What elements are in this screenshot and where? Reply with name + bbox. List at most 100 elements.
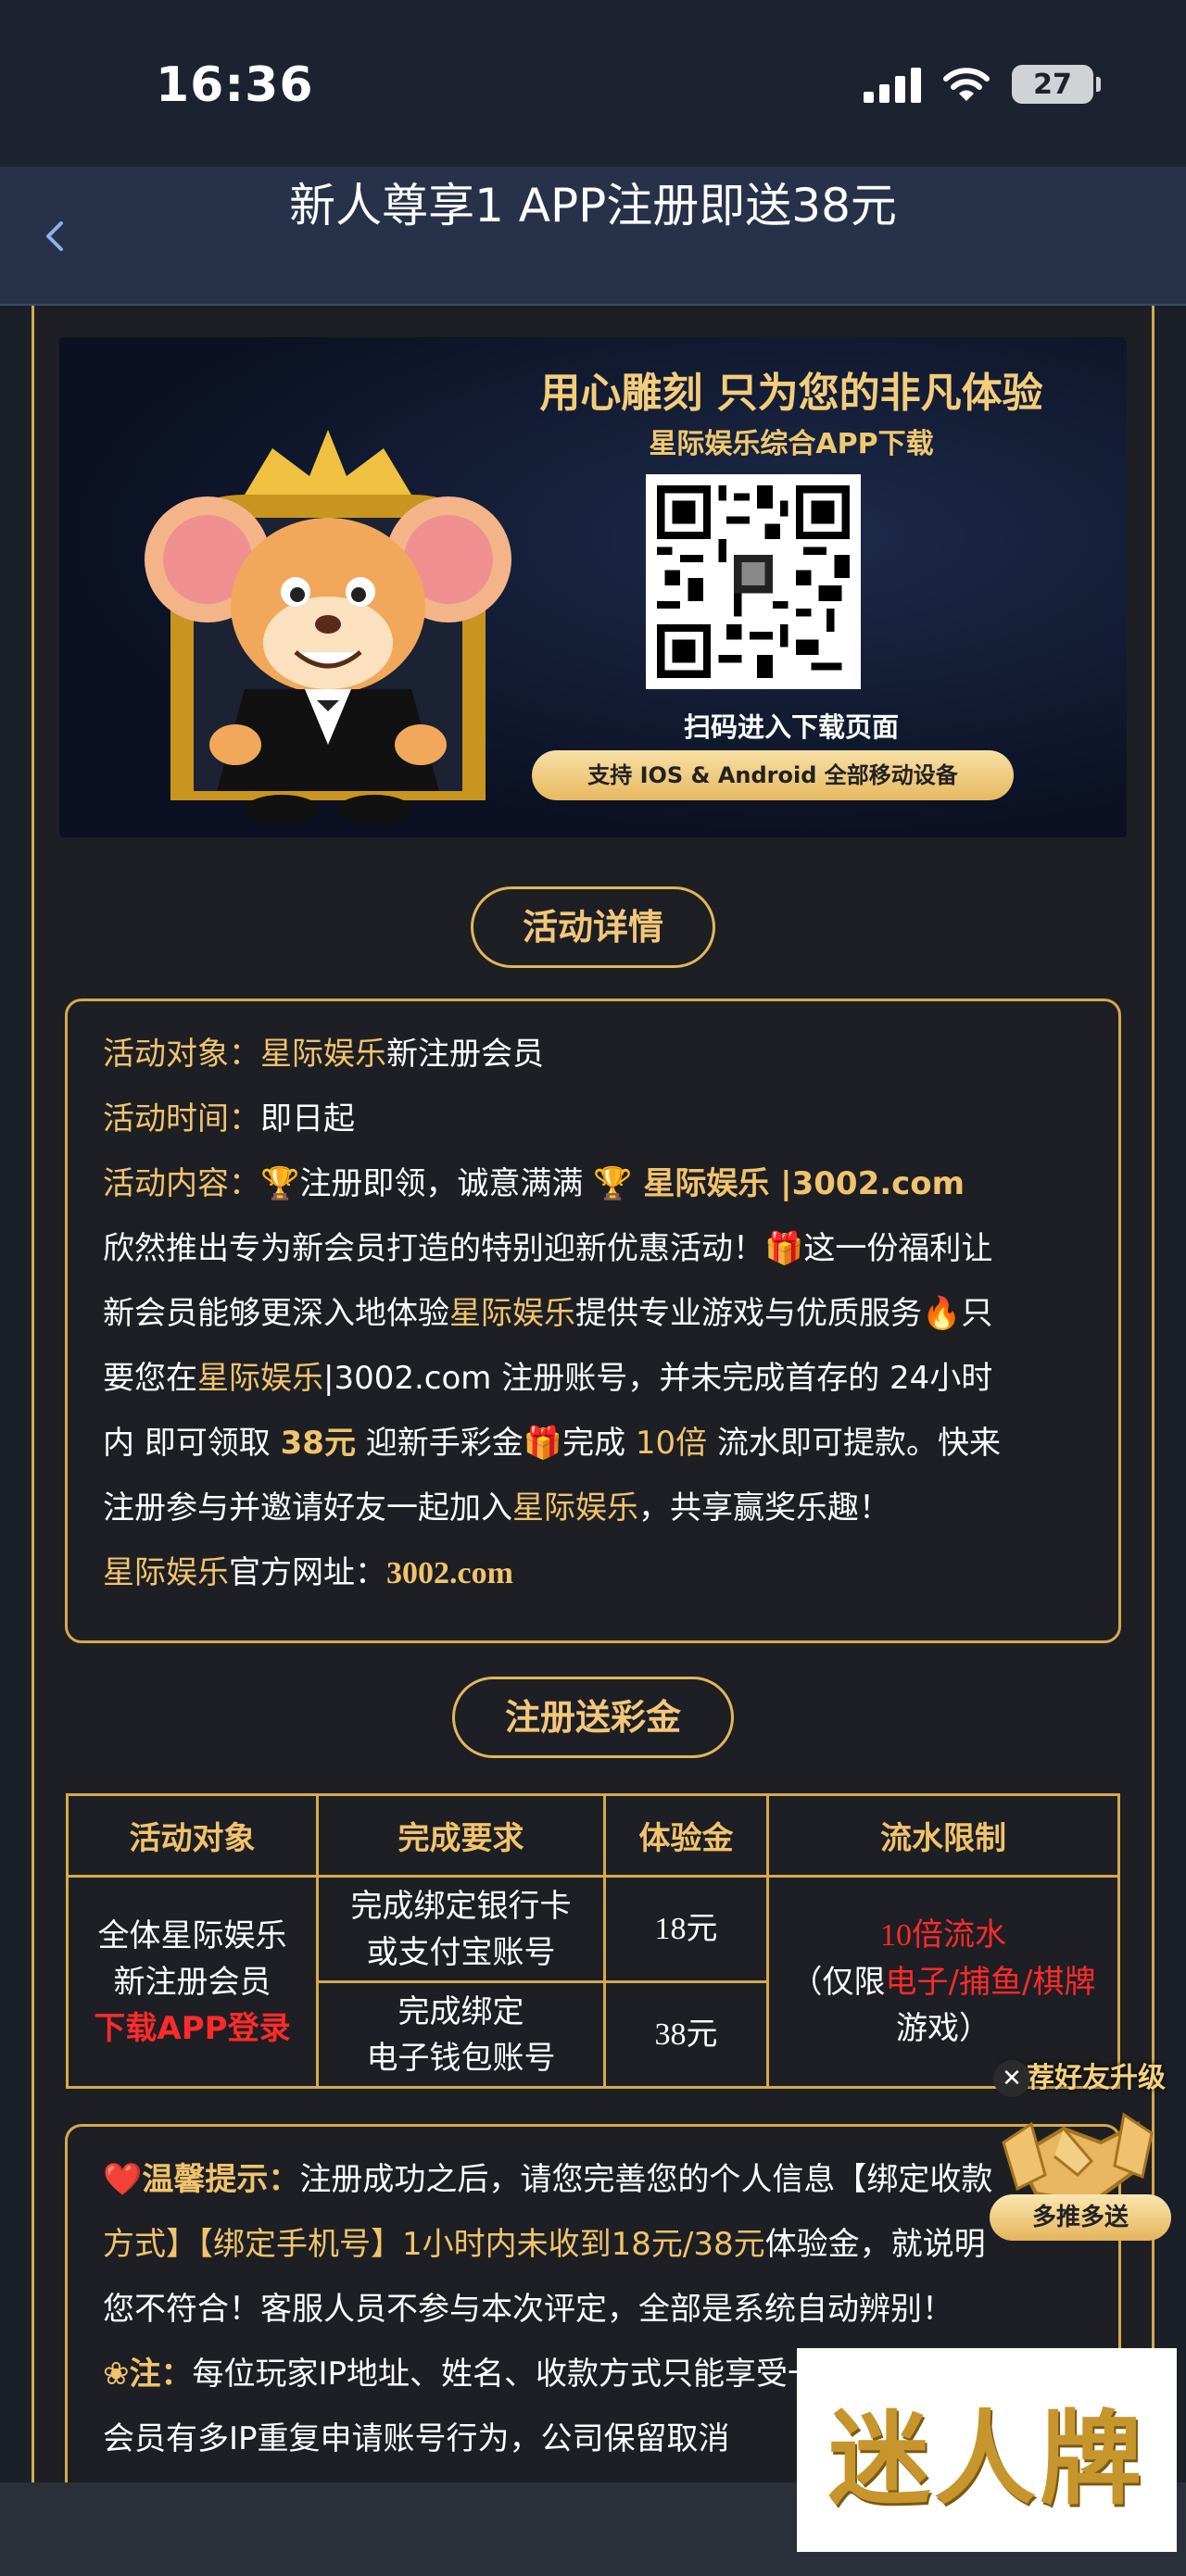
turnover-multiplier: 10倍 — [635, 1425, 708, 1462]
status-time: 16:36 — [156, 57, 314, 113]
content-text: 注册即领，诚意满满 — [299, 1165, 594, 1202]
trophy-icon: 🏆 — [260, 1165, 300, 1202]
tips-label: 温馨提示： — [142, 2161, 300, 2198]
time-value: 即日起 — [260, 1100, 355, 1137]
brand-name: 星际娱乐 — [512, 1489, 638, 1527]
watermark-text: 迷人牌 — [828, 2399, 1145, 2519]
activity-details-card: 活动对象：星际娱乐新注册会员 活动时间：即日起 活动内容：🏆注册即领，诚意满满 … — [65, 999, 1121, 1643]
status-icons: 27 — [864, 65, 1101, 104]
page-title: 新人尊享1 APP注册即送38元 — [289, 179, 897, 232]
cellular-signal-icon — [864, 66, 921, 103]
header-target: 活动对象 — [66, 1793, 319, 1878]
activity-target-row: 活动对象：星际娱乐新注册会员 — [103, 1022, 1085, 1087]
content-line: 欣然推出专为新会员打造的特别迎新优惠活动！🎁这一份福利让 — [103, 1216, 1085, 1281]
target-label: 活动对象： — [103, 1036, 260, 1073]
requirement-line: 电子钱包账号 — [366, 2039, 556, 2077]
brand-domain: 星际娱乐 |3002.com — [632, 1165, 965, 1202]
brand-name: 星际娱乐 — [197, 1360, 323, 1397]
banner-subtitle: 星际娱乐综合APP下载 — [649, 428, 934, 460]
fire-icon: 🔥 — [922, 1295, 962, 1332]
qr-code-icon — [657, 485, 850, 678]
table-header-row: 活动对象 完成要求 体验金 流水限制 — [66, 1793, 1120, 1878]
flower-icon: ❀ — [103, 2356, 130, 2393]
download-qr-code[interactable] — [646, 474, 861, 689]
content-line: 内 即可领取 38元 迎新手彩金🎁完成 10倍 流水即可提款。快来 — [103, 1411, 1085, 1476]
bonus-amount: 38元 — [280, 1425, 356, 1462]
target-line: 新注册会员 — [113, 1963, 271, 2001]
content-text: |3002.com 注册账号，并未完成首存的 24小时 — [323, 1360, 993, 1397]
app-download-banner: 用心雕刻 只为您的非凡体验 星际娱乐综合APP下载 扫码进入下载页面 支持 IO… — [59, 337, 1127, 837]
content-text: 内 即可领取 — [103, 1425, 281, 1462]
tips-line: 您不符合！客服人员不参与本次评定，全部是系统自动辨别！ — [103, 2291, 953, 2328]
bonus-cell: 38元 — [603, 1980, 769, 2089]
activity-details-heading: 活动详情 — [471, 886, 715, 968]
download-app-login-link[interactable]: 下载APP登录 — [69, 2005, 316, 2052]
content-text: 迎新手彩金 — [355, 1425, 524, 1462]
nav-bar: 新人尊享1 APP注册即送38元 — [0, 167, 1186, 306]
target-value: 新注册会员 — [386, 1036, 544, 1073]
activity-time-row: 活动时间：即日起 — [103, 1087, 1085, 1151]
content-text: 新会员能够更深入地体验 — [103, 1295, 449, 1332]
requirement-cell: 完成绑定银行卡 或支付宝账号 — [316, 1875, 606, 1983]
turnover-times: 10倍流水 — [880, 1917, 1006, 1953]
target-cell: 全体星际娱乐 新注册会员 下载APP登录 — [66, 1875, 319, 2089]
header-requirement: 完成要求 — [316, 1793, 606, 1878]
note-label: 注： — [129, 2356, 193, 2393]
brand-name: 星际娱乐 — [103, 1554, 229, 1591]
content-text: ，共享赢奖乐趣！ — [638, 1489, 890, 1527]
content-line: 要您在星际娱乐|3002.com 注册账号，并未完成首存的 24小时 — [103, 1346, 1085, 1411]
tips-text: 方式】【绑定手机号】1小时内未收到 — [103, 2226, 612, 2263]
brand-name: 星际娱乐 — [449, 1295, 575, 1332]
register-bonus-table: 活动对象 完成要求 体验金 流水限制 全体星际娱乐 新注册会员 下载APP登录 … — [66, 1793, 1120, 2089]
bonus-cell: 18元 — [603, 1875, 769, 1983]
heart-icon: ❤️ — [103, 2161, 143, 2198]
requirement-line: 完成绑定 — [397, 1992, 524, 2030]
brand-watermark: 迷人牌 — [797, 2348, 1177, 2552]
tips-text: 注册成功之后，请您完善您的个人信息【绑定收款 — [299, 2161, 993, 2198]
content-label: 活动内容： — [103, 1165, 260, 1202]
tips-line: 方式】【绑定手机号】1小时内未收到18元/38元体验金，就说明 — [103, 2212, 1091, 2277]
back-button[interactable] — [28, 208, 83, 264]
tips-text: 体验金，就说明 — [764, 2226, 986, 2263]
platform-support-badge: 支持 IOS & Android 全部移动设备 — [532, 750, 1014, 800]
bonus-amount: 18元/38元 — [611, 2226, 765, 2263]
wifi-icon — [943, 68, 990, 101]
activity-content-row: 活动内容：🏆注册即领，诚意满满 🏆 星际娱乐 |3002.com — [103, 1151, 1085, 1216]
official-site-link[interactable]: 3002.com — [386, 1556, 513, 1590]
chevron-left-icon — [46, 221, 63, 251]
header-turnover-limit: 流水限制 — [766, 1793, 1120, 1878]
content-text: 要您在 — [103, 1360, 197, 1397]
restriction-text: 游戏） — [896, 2009, 990, 2047]
time-label: 活动时间： — [103, 1100, 260, 1137]
register-bonus-heading: 注册送彩金 — [452, 1677, 734, 1758]
content-text: 流水即可提款。快来 — [707, 1425, 1001, 1462]
close-floating-button[interactable]: ✕ — [993, 2060, 1030, 2097]
game-restriction: （仅限电子/捕鱼/棋牌 — [769, 1959, 1117, 2005]
requirement-line: 完成绑定银行卡 — [350, 1887, 572, 1925]
content-text: 欣然推出专为新会员打造的特别迎新优惠活动！ — [103, 1230, 764, 1267]
battery-icon: 27 — [1012, 65, 1101, 104]
tips-line: ❤️温馨提示：注册成功之后，请您完善您的个人信息【绑定收款 — [103, 2147, 1091, 2212]
content-line: 注册参与并邀请好友一起加入星际娱乐，共享赢奖乐趣！ — [103, 1476, 1085, 1540]
header-bonus: 体验金 — [603, 1793, 769, 1878]
table-row: 全体星际娱乐 新注册会员 下载APP登录 完成绑定银行卡 或支付宝账号 18元 … — [66, 1875, 1120, 2089]
scan-instruction: 扫码进入下载页面 — [683, 711, 899, 743]
gift-icon: 🎁 — [764, 1230, 804, 1267]
requirement-cell: 完成绑定 电子钱包账号 — [316, 1980, 606, 2089]
content-text: 注册参与并邀请好友一起加入 — [103, 1489, 512, 1527]
content-text: 提供专业游戏与优质服务 — [575, 1295, 922, 1332]
invite-more-button[interactable]: 多推多送 — [990, 2194, 1171, 2241]
requirement-line: 或支付宝账号 — [366, 1933, 556, 1971]
site-label: 官方网址： — [229, 1554, 386, 1591]
status-bar: 16:36 27 — [0, 0, 1186, 167]
banner-headline: 用心雕刻 只为您的非凡体验 — [539, 370, 1043, 417]
note-text: 每位玩家IP地址、姓名、收款方式只能享受一次， — [192, 2356, 883, 2393]
gift-icon: 🎁 — [523, 1425, 563, 1462]
content-text: 这一份福利让 — [803, 1230, 993, 1267]
target-line: 全体星际娱乐 — [97, 1916, 287, 1954]
content-text: 完成 — [562, 1425, 636, 1462]
content-text: 只 — [961, 1295, 993, 1332]
brand-name: 星际娱乐 — [260, 1036, 386, 1073]
restriction-text: （仅限 — [790, 1963, 886, 2001]
content-line: 新会员能够更深入地体验星际娱乐提供专业游戏与优质服务🔥只 — [103, 1281, 1085, 1346]
